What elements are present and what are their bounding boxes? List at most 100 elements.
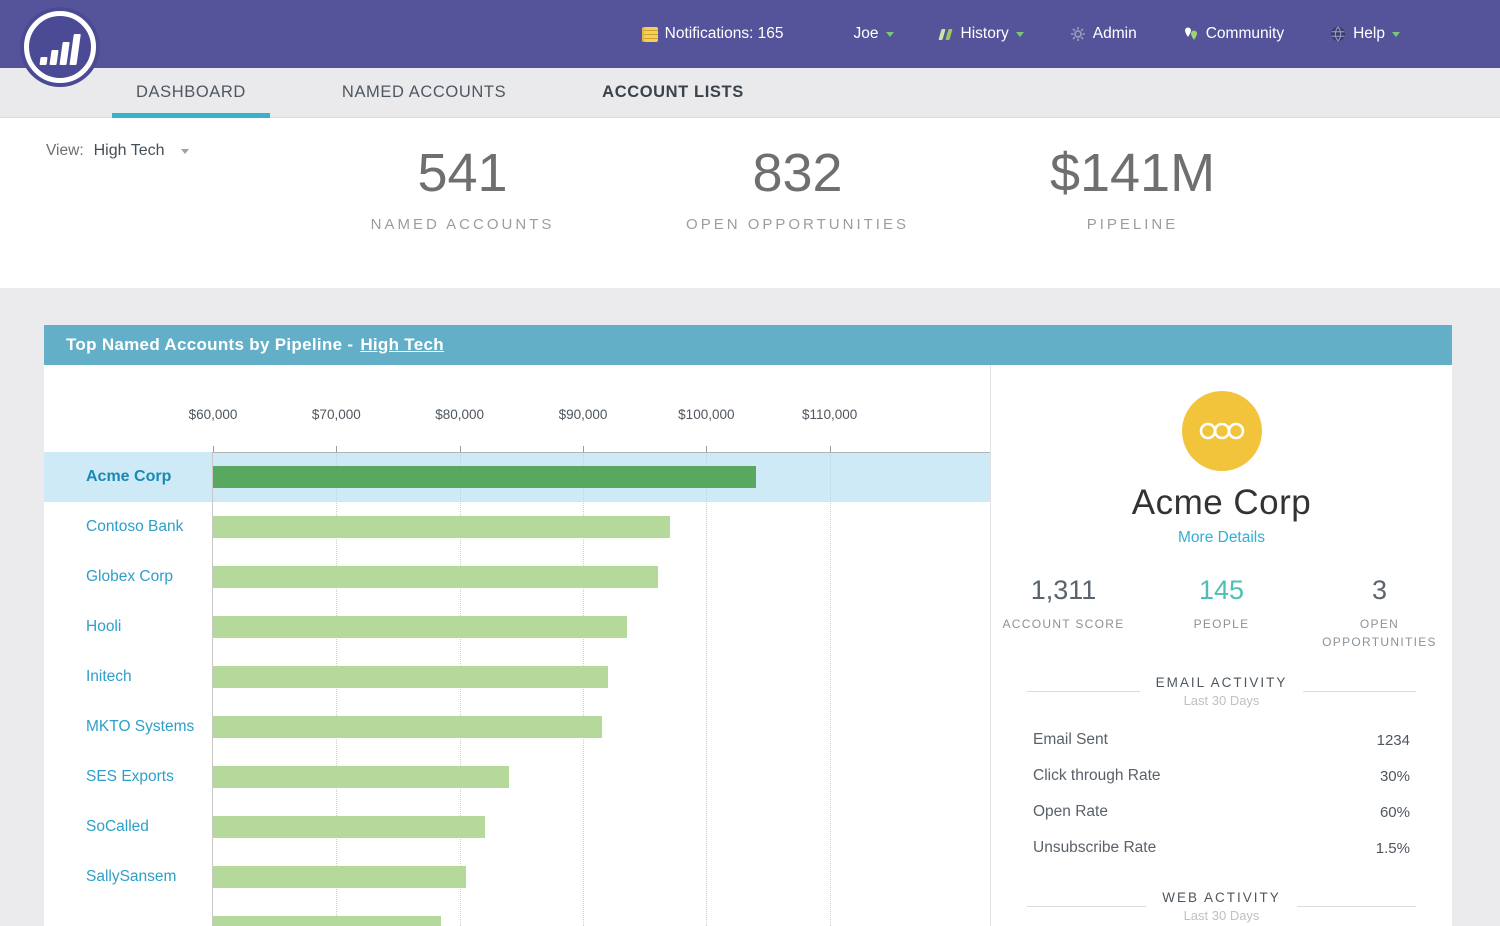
globe-help-icon: [1330, 26, 1346, 42]
notifications-item[interactable]: Notifications: 165: [644, 25, 784, 43]
chart-title: Top Named Accounts by Pipeline -: [66, 335, 353, 355]
account-label[interactable]: Globex Corp: [44, 568, 212, 586]
tab-account-lists[interactable]: ACCOUNT LISTS: [578, 68, 768, 117]
nav-item-community[interactable]: Community: [1183, 25, 1284, 43]
page: Notifications: 165 Joe History Admin Commun…: [0, 0, 1500, 926]
brand-logo[interactable]: [20, 7, 100, 87]
pipeline-bar[interactable]: [213, 616, 627, 638]
pipeline-bar[interactable]: [213, 766, 509, 788]
nav-item-joe[interactable]: Joe: [854, 25, 894, 43]
pipeline-bar-chart: Acme Corp Contoso Bank Globex Corp Hooli Ini…: [44, 365, 990, 926]
account-stat-account-score: 1,311ACCOUNT SCORE: [998, 575, 1130, 633]
email-activity-title: EMAIL ACTIVITY: [1156, 675, 1288, 690]
account-label[interactable]: Contoso Bank: [44, 518, 212, 536]
account-row-acme-corp: Acme Corp: [44, 452, 990, 502]
account-detail-panel: Acme Corp More Details 1,311ACCOUNT SCOR…: [990, 365, 1452, 926]
account-row-contoso-bank: Contoso Bank: [44, 502, 990, 552]
x-axis-label: $110,000: [802, 407, 857, 422]
divider-line: [1027, 906, 1146, 907]
email-activity-header: EMAIL ACTIVITY Last 30 Days: [1027, 675, 1416, 708]
x-axis-label: $70,000: [312, 407, 361, 422]
divider-line: [1303, 691, 1416, 692]
activity-value: 60%: [1354, 804, 1410, 821]
tab-bar: DASHBOARD NAMED ACCOUNTS ACCOUNT LISTS: [0, 68, 1500, 118]
nav-item-help[interactable]: Help: [1330, 25, 1400, 43]
pipeline-bar[interactable]: [213, 666, 608, 688]
tab-label: ACCOUNT LISTS: [602, 83, 744, 102]
tab-dashboard[interactable]: DASHBOARD: [112, 68, 270, 117]
community-icon: [1183, 26, 1199, 42]
x-axis-label: $80,000: [435, 407, 484, 422]
tab-named-accounts[interactable]: NAMED ACCOUNTS: [318, 68, 530, 117]
nav-item-label: Joe: [854, 25, 879, 43]
account-label[interactable]: Hooli: [44, 618, 212, 636]
pipeline-bar[interactable]: [213, 816, 485, 838]
x-axis-label: $60,000: [189, 407, 238, 422]
pipeline-bar[interactable]: [213, 916, 441, 926]
account-row-sallysansem: SallySansem: [44, 852, 990, 902]
nav-item-admin[interactable]: Admin: [1070, 25, 1137, 43]
pipeline-bar[interactable]: [213, 716, 602, 738]
view-selector-label: View:: [46, 142, 84, 160]
nav-item-label: Admin: [1093, 25, 1137, 43]
pipeline-bar[interactable]: [213, 866, 466, 888]
account-label[interactable]: SES Exports: [44, 768, 212, 786]
nav-menu: Joe History Admin Community Help: [854, 25, 1400, 43]
web-activity-header: WEB ACTIVITY Last 30 Days: [1027, 890, 1416, 923]
stat-label: PIPELINE: [965, 216, 1300, 233]
nav-item-label: History: [961, 25, 1009, 43]
notifications-label: Notifications: 165: [665, 25, 784, 43]
chevron-down-icon: [886, 32, 894, 41]
account-stat-label: OPEN OPPORTUNITIES: [1314, 615, 1446, 651]
account-row-globex-corp: Globex Corp: [44, 552, 990, 602]
stat-value: 832: [630, 142, 965, 204]
activity-row-email-sent: Email Sent1234: [1033, 722, 1410, 758]
activity-label: Click through Rate: [1033, 767, 1218, 785]
top-nav: Notifications: 165 Joe History Admin Commun…: [0, 0, 1500, 68]
high-tech-link[interactable]: High Tech: [360, 335, 444, 355]
account-stat-label: PEOPLE: [1156, 615, 1288, 633]
tab-label: DASHBOARD: [136, 83, 246, 102]
activity-row-unsubscribe-rate: Unsubscribe Rate1.5%: [1033, 830, 1410, 866]
pipeline-bar[interactable]: [213, 466, 756, 488]
account-stat-label: ACCOUNT SCORE: [998, 615, 1130, 633]
activity-row-click-through-rate: Click through Rate30%: [1033, 758, 1410, 794]
activity-label: Email Sent: [1033, 731, 1218, 749]
stat-label: OPEN OPPORTUNITIES: [630, 216, 965, 233]
divider-line: [1297, 906, 1416, 907]
account-row-10: [44, 902, 990, 926]
account-label[interactable]: Initech: [44, 668, 212, 686]
account-label[interactable]: MKTO Systems: [44, 718, 212, 736]
pipeline-bar[interactable]: [213, 516, 670, 538]
chart-card-body: Acme Corp Contoso Bank Globex Corp Hooli Ini…: [44, 365, 1452, 926]
account-stat-open-opportunities: 3OPEN OPPORTUNITIES: [1314, 575, 1446, 651]
pipeline-bar[interactable]: [213, 566, 658, 588]
chart-card-header: Top Named Accounts by Pipeline - High Te…: [44, 325, 1452, 365]
chevron-down-icon: [1016, 32, 1024, 41]
stat-value: $141M: [965, 142, 1300, 204]
stat-label: NAMED ACCOUNTS: [295, 216, 630, 233]
account-row-ses-exports: SES Exports: [44, 752, 990, 802]
more-details-link[interactable]: More Details: [1178, 529, 1265, 547]
email-activity-subtitle: Last 30 Days: [1156, 693, 1288, 708]
account-label[interactable]: SoCalled: [44, 818, 212, 836]
view-selector-value: High Tech: [94, 142, 165, 160]
summary-stats: 541NAMED ACCOUNTS832OPEN OPPORTUNITIES$1…: [295, 118, 1500, 233]
account-label[interactable]: SallySansem: [44, 868, 212, 886]
history-icon: [940, 29, 954, 40]
account-stat-value: 145: [1156, 575, 1288, 606]
x-axis-label: $90,000: [559, 407, 608, 422]
notifications-icon: [644, 27, 658, 42]
nav-item-history[interactable]: History: [940, 25, 1024, 43]
summary-stat-open-opportunities: 832 OPEN OPPORTUNITIES: [630, 142, 965, 233]
account-name: Acme Corp: [991, 483, 1452, 523]
account-row-mkto-systems: MKTO Systems: [44, 702, 990, 752]
account-stats: 1,311ACCOUNT SCORE 145 PEOPLE 3OPEN OPPORTU…: [991, 575, 1452, 651]
view-selector[interactable]: View: High Tech: [46, 142, 189, 160]
summary-stat-pipeline: $141M PIPELINE: [965, 142, 1300, 233]
gear-icon: [1070, 26, 1086, 42]
account-label[interactable]: Acme Corp: [44, 468, 212, 486]
chart-rows: Acme Corp Contoso Bank Globex Corp Hooli Ini…: [44, 452, 990, 926]
account-row-hooli: Hooli: [44, 602, 990, 652]
web-activity-subtitle: Last 30 Days: [1162, 908, 1281, 923]
